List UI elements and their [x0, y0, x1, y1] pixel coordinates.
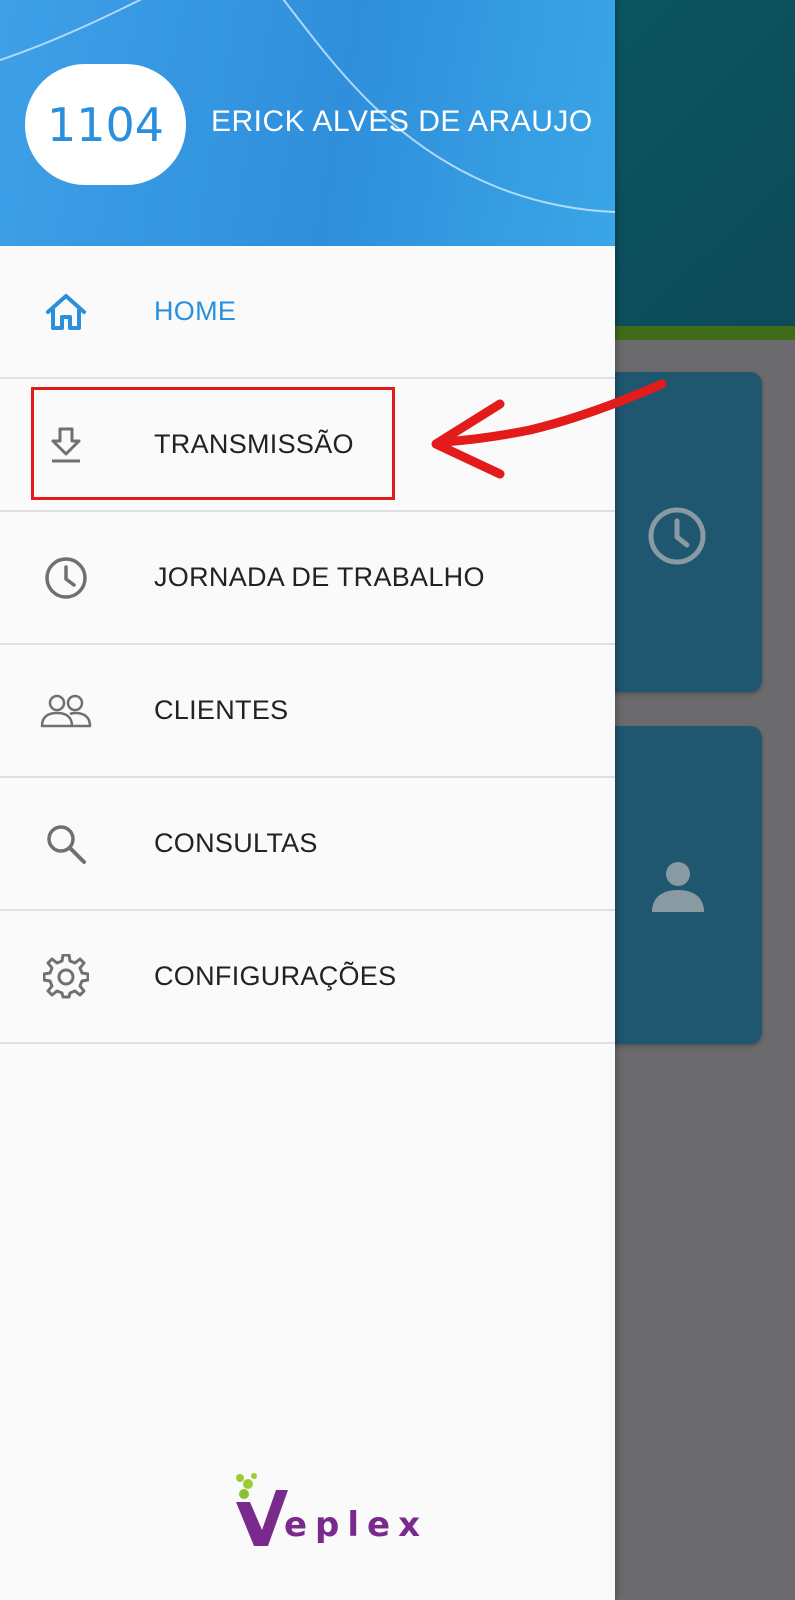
menu-item-consultas[interactable]: CONSULTAS — [0, 778, 615, 911]
drawer-menu: HOME TRANSMISSÃO JORNADA DE TRABALHO CLI… — [0, 246, 615, 1044]
navigation-drawer: 1104 ERICK ALVES DE ARAUJO HOME TRANSMIS… — [0, 0, 615, 1600]
menu-item-label: CLIENTES — [154, 695, 289, 725]
menu-item-clientes[interactable]: CLIENTES — [0, 645, 615, 778]
menu-item-label: JORNADA DE TRABALHO — [154, 562, 485, 592]
menu-item-configuracoes[interactable]: CONFIGURAÇÕES — [0, 911, 615, 1044]
user-name: ERICK ALVES DE ARAUJO — [211, 105, 593, 138]
clock-icon — [40, 552, 92, 604]
menu-item-label: CONSULTAS — [154, 828, 318, 858]
person-icon — [650, 860, 706, 917]
veplex-logo-mark — [236, 1473, 288, 1546]
veplex-logo-text: eplex — [284, 1505, 429, 1545]
screen: 1104 ERICK ALVES DE ARAUJO HOME TRANSMIS… — [0, 0, 795, 1600]
gear-icon — [40, 951, 92, 1003]
menu-item-jornada-de-trabalho[interactable]: JORNADA DE TRABALHO — [0, 512, 615, 645]
drawer-header: 1104 ERICK ALVES DE ARAUJO — [0, 0, 615, 246]
menu-item-label: HOME — [154, 296, 237, 326]
search-icon — [40, 818, 92, 870]
menu-item-label: CONFIGURAÇÕES — [154, 961, 397, 991]
home-icon — [40, 286, 92, 338]
people-icon — [40, 685, 92, 737]
user-id-badge: 1104 — [25, 64, 186, 185]
menu-item-home[interactable]: HOME — [0, 246, 615, 379]
highlight-box-annotation — [31, 387, 395, 500]
clock-icon — [646, 505, 708, 572]
red-arrow-annotation — [431, 379, 667, 479]
